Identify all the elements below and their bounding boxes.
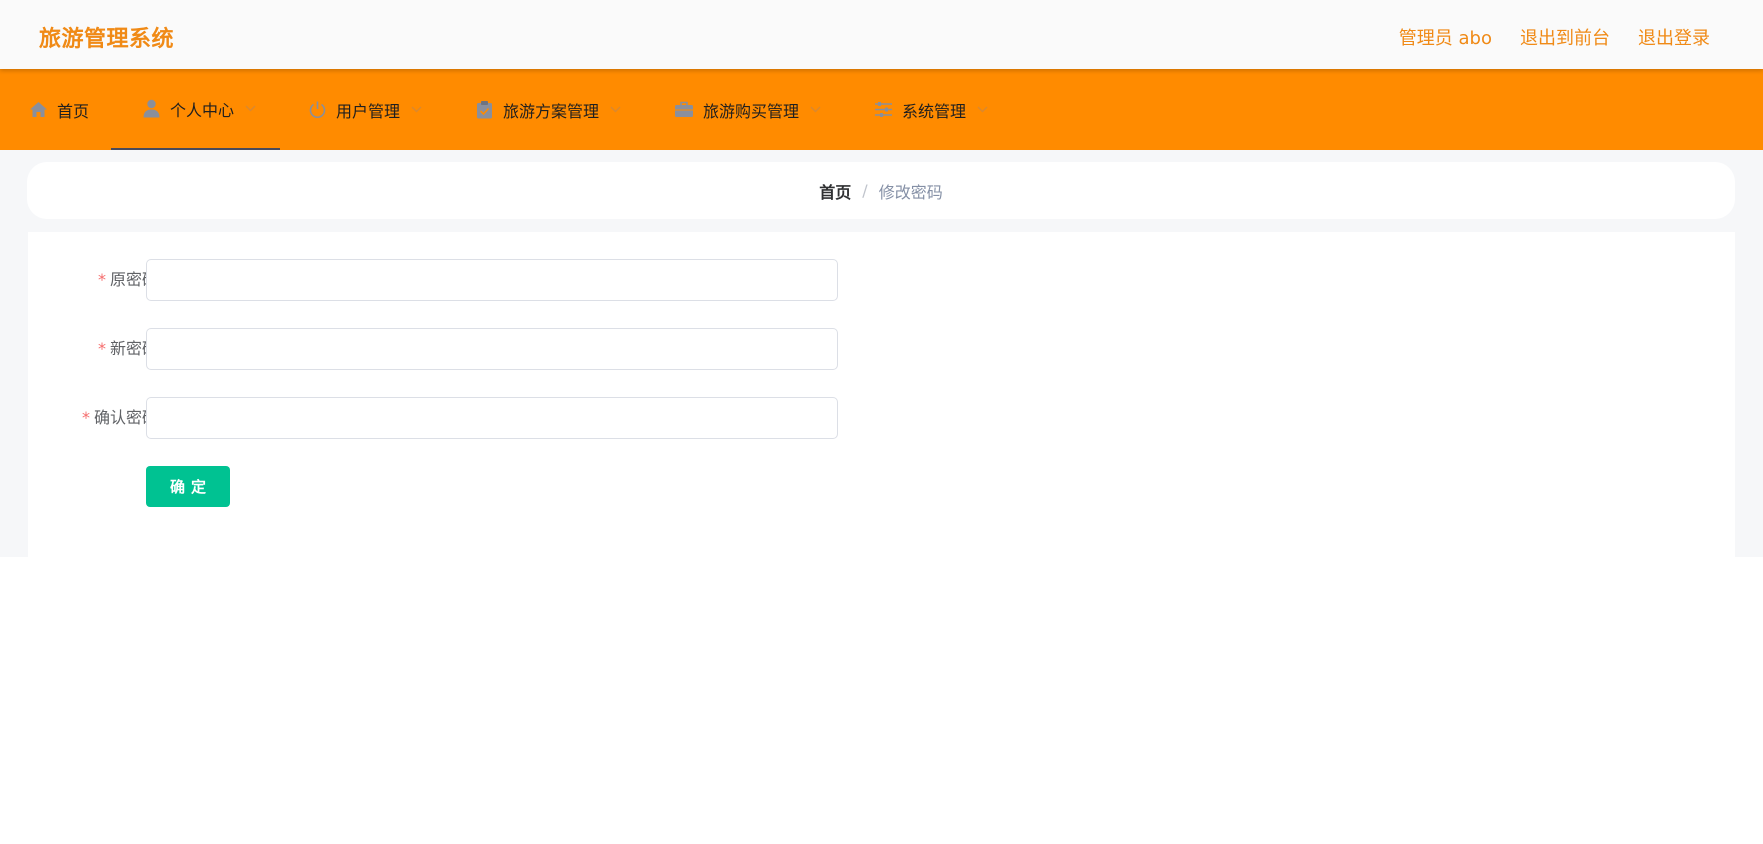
form-row-new-password: * 新密码: [28, 328, 928, 370]
nav-item-home[interactable]: 首页: [28, 69, 89, 150]
nav-item-system-management[interactable]: 系统管理: [873, 69, 988, 150]
exit-to-front-link[interactable]: 退出到前台: [1520, 24, 1610, 50]
chevron-down-icon: [809, 104, 821, 116]
user-icon: [141, 99, 161, 119]
top-header: 旅游管理系统 管理员 abo 退出到前台 退出登录: [0, 0, 1763, 69]
new-password-input[interactable]: [146, 328, 838, 370]
chevron-down-icon: [244, 103, 256, 115]
breadcrumb-separator: /: [862, 181, 868, 200]
change-password-form: * 原密码 * 新密码 * 确认密码 确定: [28, 232, 1735, 557]
breadcrumb-home-link[interactable]: 首页: [819, 179, 851, 203]
nav-item-travel-purchase-management[interactable]: 旅游购买管理: [674, 69, 821, 150]
breadcrumb: 首页 / 修改密码: [27, 162, 1735, 219]
chevron-down-icon: [410, 104, 422, 116]
nav-label: 旅游购买管理: [703, 101, 800, 121]
clipboard-icon: [474, 100, 494, 120]
briefcase-icon: [674, 100, 694, 120]
confirm-button[interactable]: 确定: [146, 466, 230, 507]
nav-item-user-management[interactable]: 用户管理: [307, 69, 422, 150]
nav-label: 旅游方案管理: [503, 101, 600, 121]
chevron-down-icon: [976, 104, 988, 116]
breadcrumb-current: 修改密码: [878, 182, 943, 202]
home-icon: [28, 100, 48, 120]
nav-label: 系统管理: [902, 101, 967, 121]
nav-label: 用户管理: [336, 101, 401, 121]
logout-link[interactable]: 退出登录: [1638, 24, 1710, 50]
admin-user-link[interactable]: 管理员 abo: [1399, 24, 1492, 50]
required-mark: *: [81, 408, 90, 427]
required-mark: *: [97, 270, 106, 289]
nav-item-travel-plan-management[interactable]: 旅游方案管理: [474, 69, 621, 150]
chevron-down-icon: [609, 104, 621, 116]
power-icon: [307, 100, 327, 120]
nav-item-personal-center[interactable]: 个人中心: [111, 69, 280, 150]
form-row-confirm-password: * 确认密码: [28, 397, 928, 439]
nav-label: 首页: [57, 101, 90, 121]
header-links: 管理员 abo 退出到前台 退出登录: [1399, 24, 1710, 50]
old-password-input[interactable]: [146, 259, 838, 301]
required-mark: *: [97, 339, 106, 358]
main-nav: 首页 个人中心 用户管理 旅游方案管理 旅游购买管理 系统管理: [0, 69, 1763, 150]
confirm-password-input[interactable]: [146, 397, 838, 439]
nav-label: 个人中心: [170, 100, 235, 120]
form-row-old-password: * 原密码: [28, 259, 928, 301]
app-title: 旅游管理系统: [39, 27, 175, 52]
sliders-icon: [873, 100, 893, 120]
